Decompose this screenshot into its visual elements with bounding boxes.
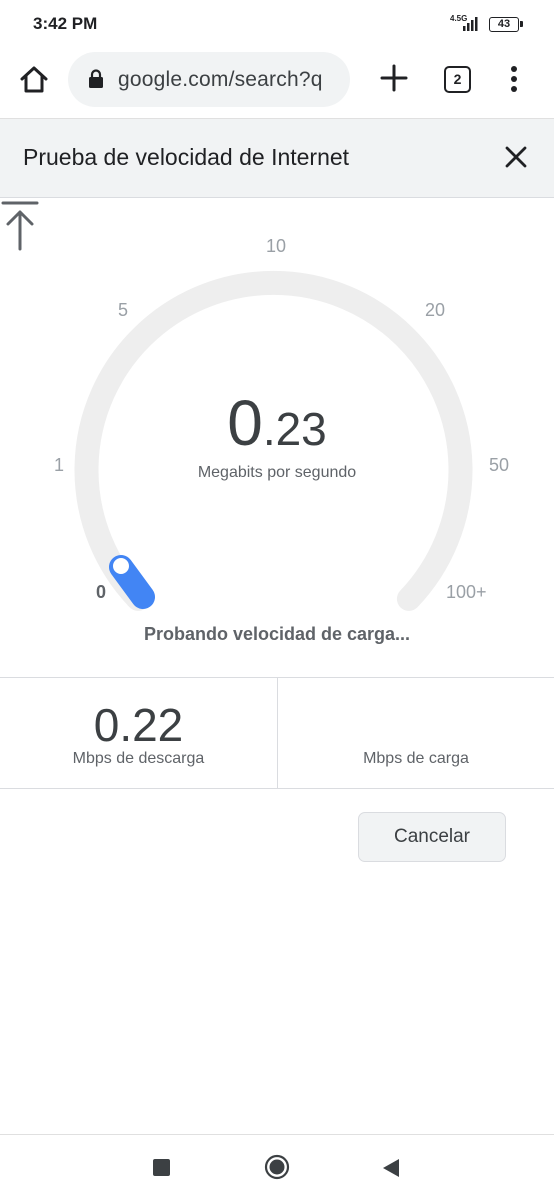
back-triangle-icon[interactable] (380, 1157, 400, 1179)
current-speed-decimal: .23 (262, 403, 327, 455)
system-nav-bar (0, 1134, 554, 1200)
results-panel: 0.22 Mbps de descarga Mbps de carga (0, 677, 554, 789)
gauge-tick-100: 100+ (446, 582, 487, 602)
gauge-tick-5: 5 (118, 300, 129, 320)
gauge-tick-0: 0 (96, 582, 107, 602)
status-time: 3:42 PM (33, 14, 98, 33)
current-speed-integer: 0 (227, 387, 263, 459)
home-circle-icon[interactable] (264, 1154, 290, 1180)
test-status: Probando velocidad de carga... (143, 624, 411, 644)
browser-toolbar: google.com/search?q 2 (0, 48, 554, 118)
gauge-tick-20: 20 (425, 300, 446, 320)
upload-result: Mbps de carga (277, 678, 554, 788)
upload-label: Mbps de carga (363, 750, 469, 767)
download-result: 0.22 Mbps de descarga (0, 678, 277, 788)
new-tab-plus-icon[interactable] (378, 62, 410, 94)
speed-unit: Megabits por segundo (197, 464, 357, 481)
tab-count: 2 (453, 71, 462, 87)
battery-level: 43 (497, 18, 511, 30)
tab-switcher-button[interactable]: 2 (444, 66, 471, 93)
speed-gauge: 0 1 5 10 20 50 100+ 0.23 Megabits por se… (0, 200, 554, 680)
download-label: Mbps de descarga (72, 750, 205, 767)
more-vert-icon[interactable] (505, 64, 523, 94)
upload-arrow-icon (1, 201, 39, 251)
signal-icon (463, 17, 478, 31)
cancel-button[interactable]: Cancelar (358, 812, 506, 862)
download-value: 0.22 (93, 699, 184, 751)
battery-icon: 43 (489, 17, 523, 32)
speed-test-header: Prueba de velocidad de Internet (0, 118, 554, 198)
recents-square-icon[interactable] (153, 1159, 170, 1176)
url-bar[interactable]: google.com/search?q (68, 52, 350, 107)
close-icon[interactable] (500, 141, 532, 173)
status-bar: 3:42 PM 4.5G 43 (0, 0, 554, 48)
url-text: google.com/search?q (118, 68, 323, 91)
home-icon[interactable] (16, 62, 52, 98)
gauge-needle-knob (111, 556, 131, 576)
current-speed: 0.23 (0, 386, 554, 460)
page-title: Prueba de velocidad de Internet (23, 144, 350, 170)
gauge-tick-10: 10 (266, 236, 287, 256)
lock-icon (89, 69, 103, 88)
